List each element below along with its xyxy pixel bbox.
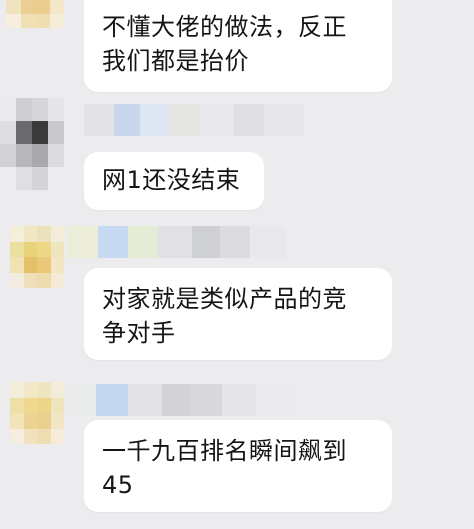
blurred-sender-name bbox=[66, 384, 296, 416]
blurred-avatar[interactable] bbox=[0, 98, 64, 190]
blurred-sender-name bbox=[66, 226, 286, 258]
blurred-avatar[interactable] bbox=[6, 0, 64, 28]
chat-area: 不懂大佬的做法，反正 我们都是抬价 网1还没结束 对家就是类似产品的竞 争对手 … bbox=[0, 0, 474, 529]
message-text: 不懂大佬的做法，反正 我们都是抬价 bbox=[102, 13, 347, 75]
message-bubble[interactable]: 不懂大佬的做法，反正 我们都是抬价 bbox=[84, 0, 392, 92]
message-bubble[interactable]: 对家就是类似产品的竞 争对手 bbox=[84, 268, 392, 360]
message-bubble[interactable]: 一千九百排名瞬间飙到 45 bbox=[84, 420, 392, 512]
message-text: 一千九百排名瞬间飙到 45 bbox=[102, 437, 347, 499]
blurred-avatar[interactable] bbox=[10, 226, 64, 288]
message-text: 对家就是类似产品的竞 争对手 bbox=[102, 285, 347, 347]
blurred-avatar[interactable] bbox=[10, 382, 64, 444]
blurred-sender-name bbox=[84, 104, 364, 136]
message-text: 网1还没结束 bbox=[102, 166, 241, 194]
message-bubble[interactable]: 网1还没结束 bbox=[84, 152, 264, 210]
